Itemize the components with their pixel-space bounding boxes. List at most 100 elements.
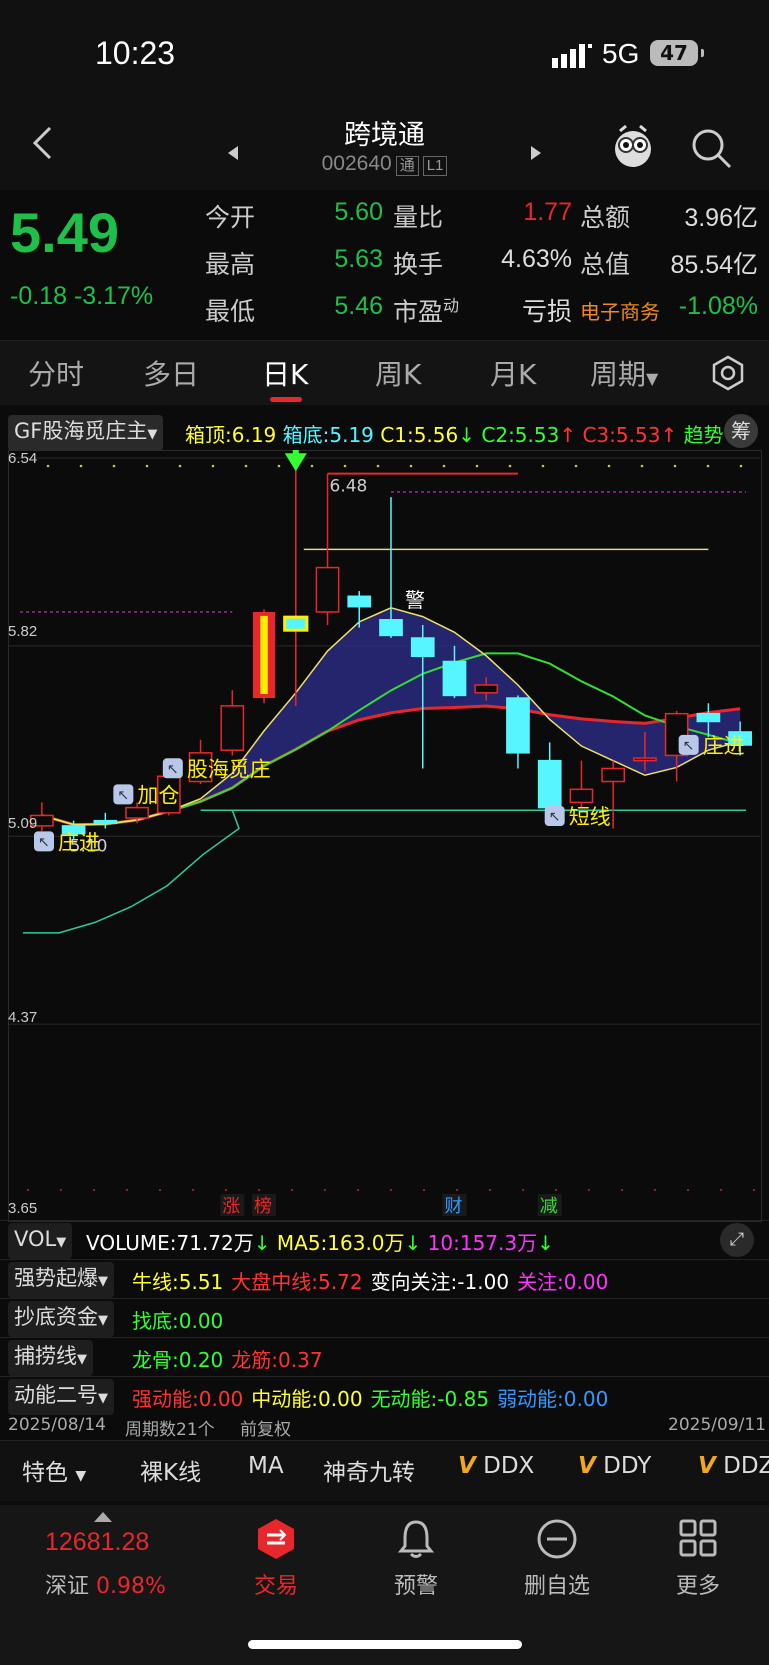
remove-label[interactable]: 删自选 <box>507 1568 607 1600</box>
tab-period[interactable]: 周期▼ <box>590 353 658 393</box>
tab-ddz-label: DDZ <box>723 1453 769 1479</box>
index-value[interactable]: 12681.28 <box>45 1528 149 1557</box>
grid-dot <box>343 464 347 468</box>
mascot-icon[interactable] <box>612 123 654 171</box>
indicator-row-values: 强动能:0.00 中动能:0.00 无动能:-0.85 弱动能:0.00 <box>132 1383 616 1412</box>
buy-arrow-icon <box>292 450 299 456</box>
signal-badge-icon: ↖ <box>38 834 50 850</box>
stock-code: 002640 <box>321 152 392 175</box>
pe-value: 亏损 <box>521 298 572 326</box>
tab-naked-k[interactable]: 裸K线 <box>140 1453 201 1487</box>
tab-ma[interactable]: MA <box>248 1453 284 1479</box>
tab-period-label: 周期 <box>590 358 647 391</box>
candle-body <box>379 619 403 637</box>
grid-dot <box>706 464 710 468</box>
grid-dot <box>607 464 611 468</box>
y-tick-label: 5.82 <box>8 623 38 640</box>
index-info[interactable]: 深证 0.98% <box>45 1568 166 1600</box>
vol-selector[interactable]: VOL▼ <box>8 1223 73 1259</box>
chevron-down-icon: ▼ <box>646 369 659 388</box>
tab-monthly-k[interactable]: 月K <box>490 353 536 393</box>
signal-badge-icon: ↖ <box>549 809 561 825</box>
sector-name[interactable]: 电子商务 <box>580 296 660 325</box>
more-grid-icon[interactable] <box>678 1518 718 1558</box>
vratio-label: 量比 <box>393 203 444 232</box>
home-indicator[interactable] <box>248 1640 522 1649</box>
indicator-value: 找底:0.00 <box>132 1309 224 1333</box>
indicator-row-selector[interactable]: 动能二号▼ <box>8 1379 114 1415</box>
grid-dot <box>442 464 446 468</box>
indicator-value: 大盘中线:5.72 <box>231 1270 363 1294</box>
vol-ma5: MA5:163.0万 <box>276 1231 405 1255</box>
signal-badge-icon: ↖ <box>683 738 695 754</box>
caret-up-icon[interactable] <box>94 1512 112 1522</box>
tab-intraday[interactable]: 分时 <box>28 353 84 393</box>
search-icon[interactable] <box>690 127 734 171</box>
high-label: 最高 <box>205 250 256 279</box>
up-arrow-icon: ↑ <box>559 423 577 447</box>
warning-label: 警 <box>405 588 425 612</box>
v-icon: V <box>458 1453 476 1479</box>
indicator-value: 龙筋:0.37 <box>231 1348 323 1372</box>
tab-ddz[interactable]: V DDZ <box>698 1453 769 1479</box>
grid-dot <box>60 1189 62 1191</box>
grid-dot <box>79 464 83 468</box>
grid-dot <box>46 464 50 468</box>
high-value: 5.63 <box>334 245 383 273</box>
tab-feature[interactable]: 特色 ▼ <box>22 1453 86 1487</box>
adjust-mode[interactable]: 前复权 <box>240 1415 291 1440</box>
indicator-row-values: 龙骨:0.20 龙筋:0.37 <box>132 1344 331 1373</box>
settings-hex-icon[interactable] <box>710 355 746 391</box>
indicator-row-selector[interactable]: 捕捞线▼ <box>8 1340 93 1376</box>
signal-label: 加仓 <box>137 783 179 807</box>
chip-button[interactable]: 筹 <box>724 414 758 448</box>
grid-dot <box>508 464 512 468</box>
tab-weekly-k[interactable]: 周K <box>375 353 421 393</box>
bell-icon[interactable] <box>396 1518 436 1560</box>
tab-ddx[interactable]: V DDX <box>458 1453 534 1479</box>
tab-ddy[interactable]: V DDY <box>578 1453 651 1479</box>
grid-dot <box>390 1189 392 1191</box>
event-marker-label: 涨 <box>222 1196 240 1217</box>
tab-daily-k[interactable]: 日K <box>262 353 308 393</box>
indicator-value: 无动能:-0.85 <box>370 1387 490 1411</box>
alert-label[interactable]: 预警 <box>366 1568 466 1600</box>
indicator-selector[interactable]: GF股海觅庄主▼ <box>8 415 164 451</box>
grid-dot <box>673 464 677 468</box>
index-name: 深证 <box>45 1574 90 1599</box>
tab-nine-turn[interactable]: 神奇九转 <box>323 1453 415 1487</box>
signal-label: 庄进 <box>58 830 100 854</box>
indicator-value: 中动能:0.00 <box>251 1387 363 1411</box>
y-tick-label: 6.54 <box>8 450 38 467</box>
down-arrow-icon: ↓ <box>458 423 476 447</box>
expand-icon[interactable]: ⤢ <box>720 1223 754 1257</box>
kline-chart[interactable]: 6.485.10警↖ 股海觅庄↖ 加仓↖ 庄进↖ 短线↖ 庄进涨榜财减 <box>8 450 760 1220</box>
indicator-value: 关注:0.00 <box>517 1270 609 1294</box>
signal-label: 庄进 <box>703 734 745 758</box>
candle-body <box>474 684 499 694</box>
indicator-row-selector[interactable]: 强势起爆▼ <box>8 1262 114 1298</box>
indicator-value: 强动能:0.00 <box>132 1387 244 1411</box>
trade-label[interactable]: 交易 <box>226 1568 326 1600</box>
candle-body <box>696 712 721 723</box>
max-price-label: 6.48 <box>330 477 368 497</box>
grid-dot <box>541 464 545 468</box>
low-value: 5.46 <box>334 292 383 320</box>
tab-multiday[interactable]: 多日 <box>143 353 199 393</box>
indicator-row-selector[interactable]: 抄底资金▼ <box>8 1301 114 1337</box>
trade-icon[interactable] <box>255 1518 297 1560</box>
candle-body <box>601 767 626 783</box>
grid-dot <box>258 1189 260 1191</box>
event-marker-label: 减 <box>540 1196 558 1217</box>
remove-icon[interactable] <box>536 1518 578 1560</box>
index-pct: 0.98% <box>96 1574 166 1599</box>
more-label[interactable]: 更多 <box>648 1568 748 1600</box>
grid-dot <box>324 1189 326 1191</box>
amount-label: 总额 <box>580 203 631 232</box>
signal-label: 股海觅庄 <box>187 757 271 781</box>
chevron-down-icon: ▼ <box>98 1313 108 1328</box>
indicator-row <box>0 1298 769 1337</box>
open-label: 今开 <box>205 203 256 232</box>
current-price: 5.49 <box>10 201 119 264</box>
vol-ma10: 10:157.3万 <box>427 1231 538 1255</box>
